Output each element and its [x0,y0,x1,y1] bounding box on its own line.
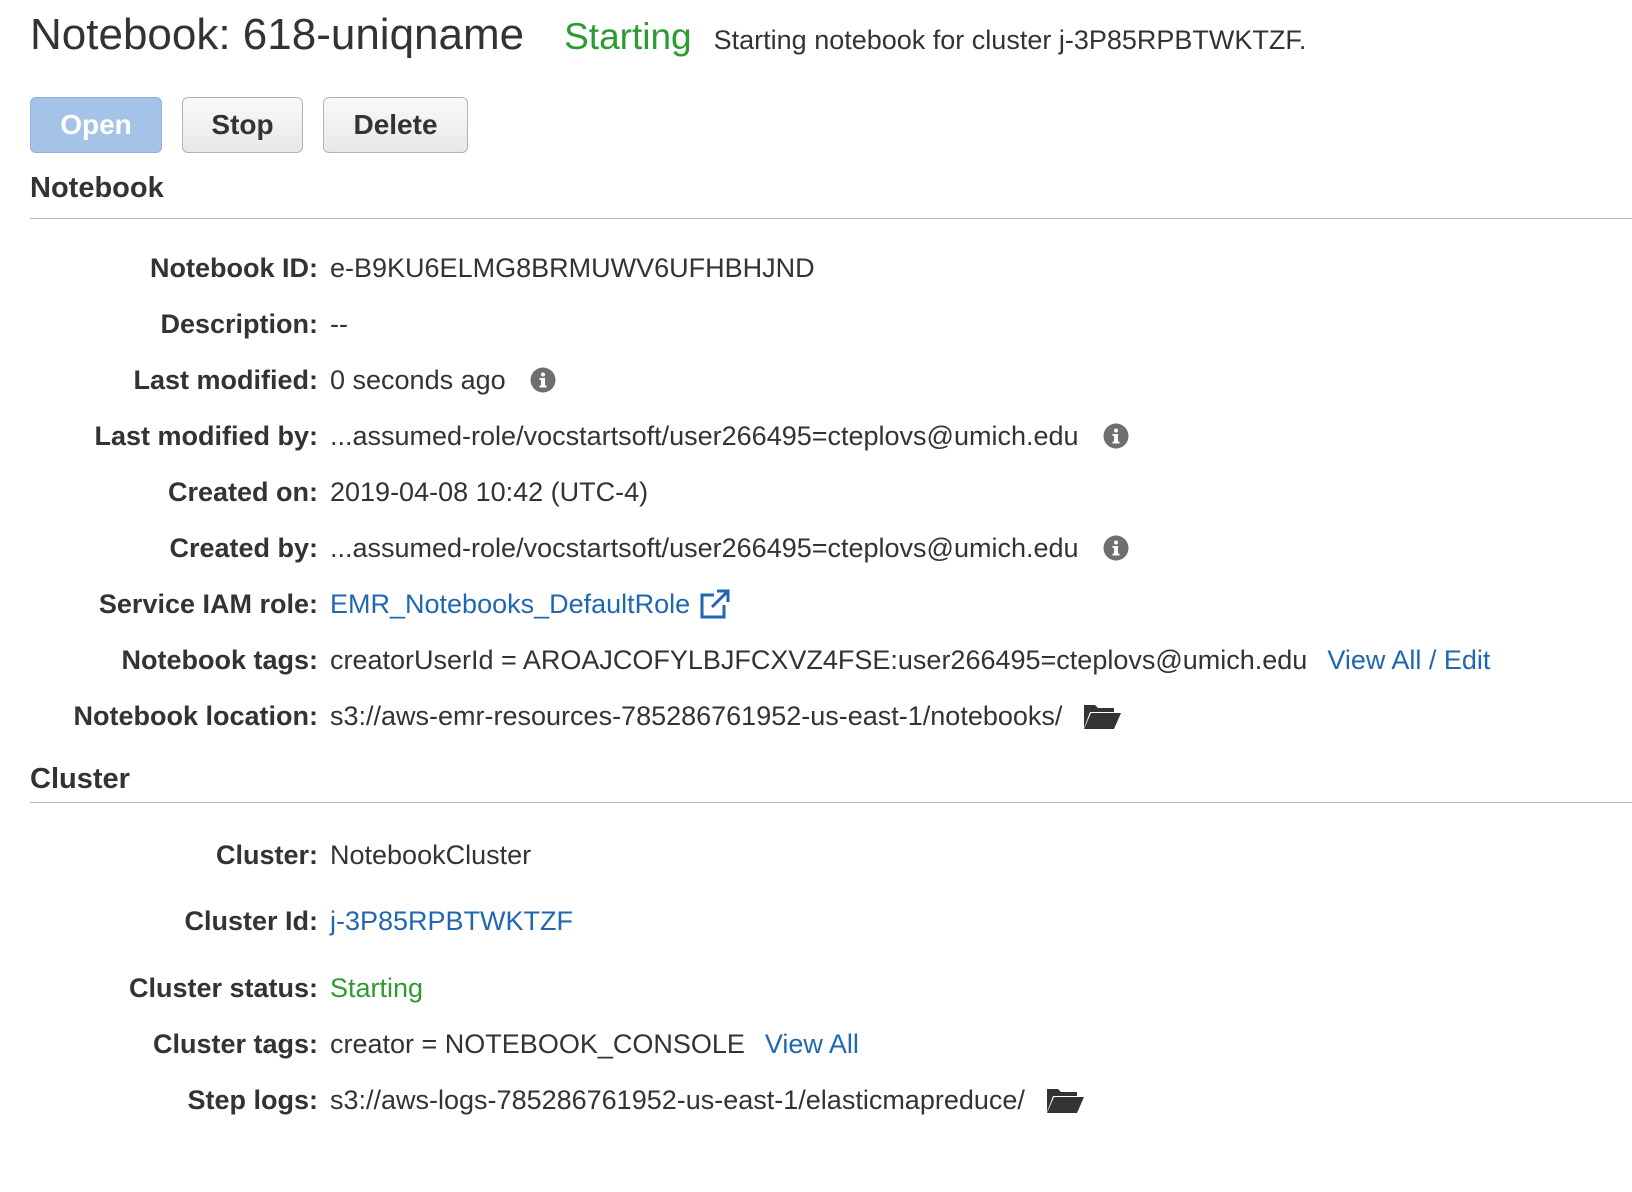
cluster-tags-value: creator = NOTEBOOK_CONSOLE [330,1028,745,1059]
last-modified-value-wrap: 0 seconds ago [330,365,556,396]
last-modified-value: 0 seconds ago [330,364,506,395]
delete-button[interactable]: Delete [323,97,468,153]
notebook-section-divider [30,218,1632,219]
created-by-value-wrap: ...assumed-role/vocstartsoft/user266495=… [330,533,1129,564]
field-label: Notebook tags: [121,644,318,675]
created-by-row: Created by: ...assumed-role/vocstartsoft… [0,528,1129,568]
notebook-location-value: s3://aws-emr-resources-785286761952-us-e… [330,700,1063,731]
external-link-icon[interactable] [700,589,731,619]
cluster-tags-row: Cluster tags: creator = NOTEBOOK_CONSOLE… [0,1024,859,1064]
field-label: Last modified: [133,364,318,395]
service-iam-role-link[interactable]: EMR_Notebooks_DefaultRole [330,589,690,620]
last-modified-by-row: Last modified by: ...assumed-role/vocsta… [0,416,1129,456]
field-label: Notebook location: [73,700,319,731]
page-header: Notebook: 618-uniqname Starting Starting… [30,10,1306,60]
step-logs-value: s3://aws-logs-785286761952-us-east-1/ela… [330,1084,1025,1115]
status-badge: Starting [564,16,692,57]
cluster-row: Cluster: NotebookCluster [0,835,531,875]
field-label: Cluster tags: [152,1028,318,1059]
view-all-edit-link[interactable]: View All / Edit [1327,645,1490,676]
notebook-section-title: Notebook [30,172,164,204]
folder-open-icon[interactable] [1082,701,1122,731]
page-title: Notebook: 618-uniqname [30,10,525,59]
notebook-tags-value-wrap: creatorUserId = AROAJCOFYLBJFCXVZ4FSE:us… [330,645,1490,676]
cluster-value: NotebookCluster [330,839,532,870]
description-row: Description: -- [0,304,348,344]
cluster-status-value: Starting [330,972,424,1003]
field-label: Last modified by: [94,420,318,451]
info-icon[interactable] [530,367,556,393]
notebook-id-value: e-B9KU6ELMG8BRMUWV6UFHBHJND [330,252,815,283]
field-label: Created by: [169,532,318,563]
info-icon[interactable] [1103,535,1129,561]
cluster-id-row: Cluster Id: j-3P85RPBTWKTZF [0,901,573,941]
status-detail: Starting notebook for cluster j-3P85RPBT… [713,25,1307,55]
last-modified-by-value-wrap: ...assumed-role/vocstartsoft/user266495=… [330,421,1129,452]
stop-button[interactable]: Stop [182,97,303,153]
action-toolbar: Open Stop Delete [30,97,468,153]
cluster-section-divider [30,802,1632,803]
info-icon[interactable] [1103,423,1129,449]
view-all-link[interactable]: View All [765,1029,859,1060]
field-label: Description: [160,308,318,339]
field-label: Notebook ID: [150,252,318,283]
notebook-location-row: Notebook location: s3://aws-emr-resource… [0,696,1122,736]
last-modified-by-value: ...assumed-role/vocstartsoft/user266495=… [330,420,1079,451]
cluster-tags-value-wrap: creator = NOTEBOOK_CONSOLE View All [330,1029,859,1060]
cluster-id-link[interactable]: j-3P85RPBTWKTZF [330,906,573,937]
field-label: Cluster status: [128,972,318,1003]
cluster-status-row: Cluster status: Starting [0,968,423,1008]
cluster-id-value-wrap: j-3P85RPBTWKTZF [330,906,573,937]
service-iam-role-row: Service IAM role: EMR_Notebooks_DefaultR… [0,584,731,624]
notebook-id-row: Notebook ID: e-B9KU6ELMG8BRMUWV6UFHBHJND [0,248,815,288]
last-modified-row: Last modified: 0 seconds ago [0,360,556,400]
notebook-tags-row: Notebook tags: creatorUserId = AROAJCOFY… [0,640,1490,680]
created-on-value: 2019-04-08 10:42 (UTC-4) [330,476,649,507]
step-logs-row: Step logs: s3://aws-logs-785286761952-us… [0,1080,1085,1120]
field-label: Cluster: [215,839,318,870]
field-label: Step logs: [187,1084,318,1115]
field-label: Cluster Id: [184,905,318,936]
description-value: -- [330,308,348,339]
created-on-row: Created on: 2019-04-08 10:42 (UTC-4) [0,472,648,512]
notebook-location-value-wrap: s3://aws-emr-resources-785286761952-us-e… [330,701,1122,732]
created-by-value: ...assumed-role/vocstartsoft/user266495=… [330,532,1079,563]
open-button[interactable]: Open [30,97,162,153]
step-logs-value-wrap: s3://aws-logs-785286761952-us-east-1/ela… [330,1085,1085,1116]
field-label: Created on: [167,476,318,507]
service-iam-role-value-wrap: EMR_Notebooks_DefaultRole [330,589,731,620]
field-label: Service IAM role: [98,588,318,619]
folder-open-icon[interactable] [1045,1085,1085,1115]
notebook-tags-value: creatorUserId = AROAJCOFYLBJFCXVZ4FSE:us… [330,644,1308,675]
cluster-section-title: Cluster [30,763,130,795]
